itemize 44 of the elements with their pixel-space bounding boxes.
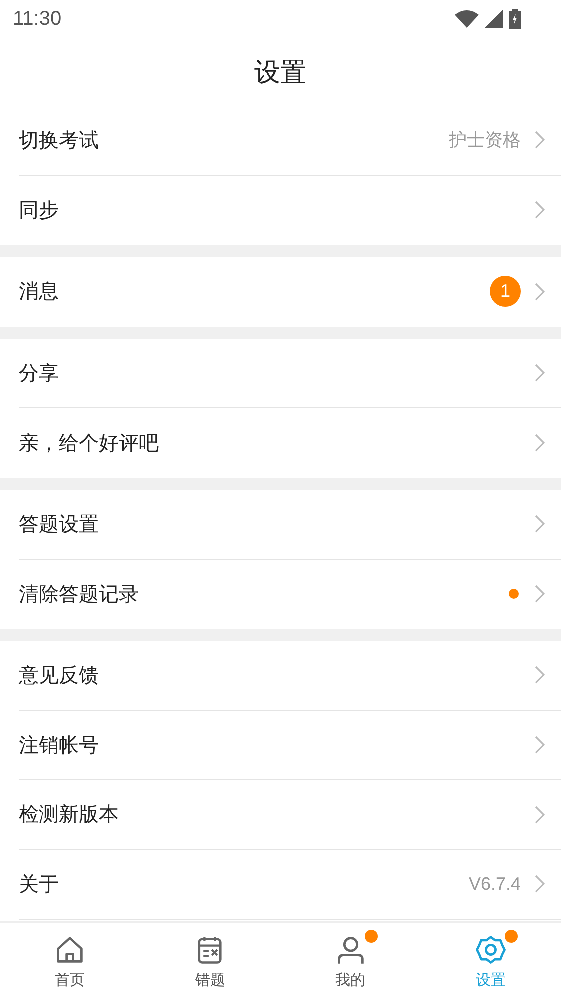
row-value: V6.7.4 (468, 874, 521, 895)
wifi-icon (455, 10, 479, 28)
chevron-icon (535, 364, 545, 382)
settings-row[interactable]: 注销帐号 (19, 710, 561, 780)
settings-row[interactable]: 分享 (19, 338, 561, 408)
row-label: 关于 (19, 870, 60, 898)
row-label: 检测新版本 (19, 801, 120, 828)
status-time: 11:30 (13, 8, 62, 30)
page-title: 设置 (254, 56, 306, 90)
chevron-icon (535, 282, 545, 301)
tab[interactable]: 我的 (280, 923, 421, 999)
signal-icon (485, 10, 503, 28)
count-badge: 1 (490, 276, 521, 308)
settings-row[interactable]: 消息 1 (19, 257, 561, 327)
settings-row[interactable]: 检测新版本 (19, 780, 561, 850)
settings-row[interactable]: 清除答题记录 (19, 560, 561, 630)
settings-row[interactable]: 亲，给个好评吧 (19, 408, 561, 478)
tab[interactable]: 首页 (0, 923, 140, 999)
row-label: 注销帐号 (19, 732, 100, 759)
row-value: 护士资格 (449, 129, 521, 152)
chevron-icon (535, 434, 545, 452)
row-label: 答题设置 (19, 510, 100, 538)
row-label: 切换考试 (19, 126, 100, 154)
battery-icon (509, 9, 521, 29)
chevron-icon (535, 131, 545, 150)
row-label: 意见反馈 (19, 662, 100, 689)
chevron-icon (535, 806, 545, 824)
settings-row[interactable]: 意见反馈 (19, 641, 561, 711)
chevron-icon (535, 875, 545, 894)
chevron-icon (535, 666, 545, 684)
settings-row[interactable]: 切换考试 护士资格 (19, 106, 561, 176)
row-label: 消息 (19, 278, 60, 306)
settings-row[interactable]: 同步 (19, 176, 561, 246)
chevron-icon (535, 585, 545, 604)
row-label: 清除答题记录 (19, 580, 140, 608)
chevron-icon (535, 736, 545, 754)
settings-row[interactable]: 关于 V6.7.4 (19, 850, 561, 920)
settings-row[interactable]: 答题设置 (19, 490, 561, 560)
chevron-icon (535, 201, 545, 220)
tab[interactable]: 错题 (140, 923, 280, 999)
row-label: 分享 (19, 360, 60, 387)
row-label: 亲，给个好评吧 (19, 430, 160, 457)
row-label: 同步 (19, 196, 60, 224)
chevron-icon (535, 515, 545, 534)
